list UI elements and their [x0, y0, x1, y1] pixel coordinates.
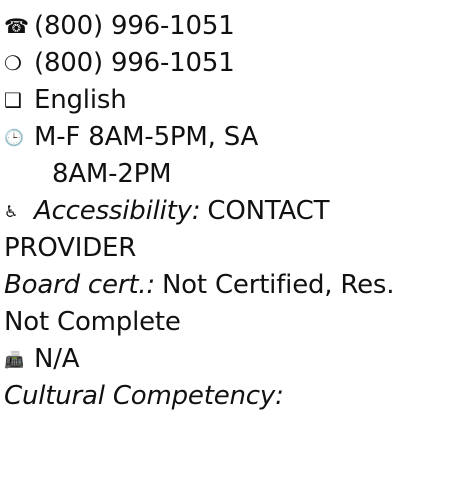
language-row: ❑ English	[4, 82, 454, 119]
accessibility-label: Accessibility:	[34, 196, 201, 226]
checkbox-icon: ❑	[4, 88, 22, 112]
phone-number[interactable]: (800) 996-1051	[34, 11, 235, 41]
alt-phone-row: ❍ (800) 996-1051	[4, 45, 454, 82]
hours-line-1: M-F 8AM-5PM, SA	[34, 122, 259, 152]
telephone-icon: ☎	[4, 14, 29, 38]
board-cert-row-continued: Not Complete	[4, 304, 454, 341]
language-value: English	[34, 85, 127, 115]
cultural-competency-row: Cultural Competency:	[4, 378, 454, 415]
hours-line-2: 8AM-2PM	[52, 159, 172, 189]
fax-value: N/A	[34, 344, 80, 374]
hours-row-continued: 8AM-2PM	[4, 156, 454, 193]
accessibility-row: ♿ Accessibility: CONTACT	[4, 193, 454, 230]
accessibility-row-continued: PROVIDER	[4, 230, 454, 267]
wheelchair-icon: ♿	[4, 202, 19, 221]
fax-row: 📠 N/A	[4, 341, 454, 378]
board-cert-label: Board cert.:	[4, 270, 155, 300]
accessibility-value: CONTACT	[207, 196, 330, 226]
fax-icon: 📠	[4, 350, 24, 369]
accessibility-value-continued: PROVIDER	[4, 233, 137, 263]
board-cert-value-continued: Not Complete	[4, 307, 181, 337]
circle-icon: ❍	[4, 51, 22, 75]
provider-details: ☎ (800) 996-1051 ❍ (800) 996-1051 ❑ English…	[4, 8, 454, 415]
alt-phone-number[interactable]: (800) 996-1051	[34, 48, 235, 78]
clock-icon: 🕒	[4, 128, 24, 147]
board-cert-value: Not Certified, Res.	[161, 270, 395, 300]
hours-row: 🕒 M-F 8AM-5PM, SA	[4, 119, 454, 156]
phone-row: ☎ (800) 996-1051	[4, 8, 454, 45]
cultural-competency-label: Cultural Competency:	[4, 381, 284, 411]
board-cert-row: Board cert.: Not Certified, Res.	[4, 267, 454, 304]
